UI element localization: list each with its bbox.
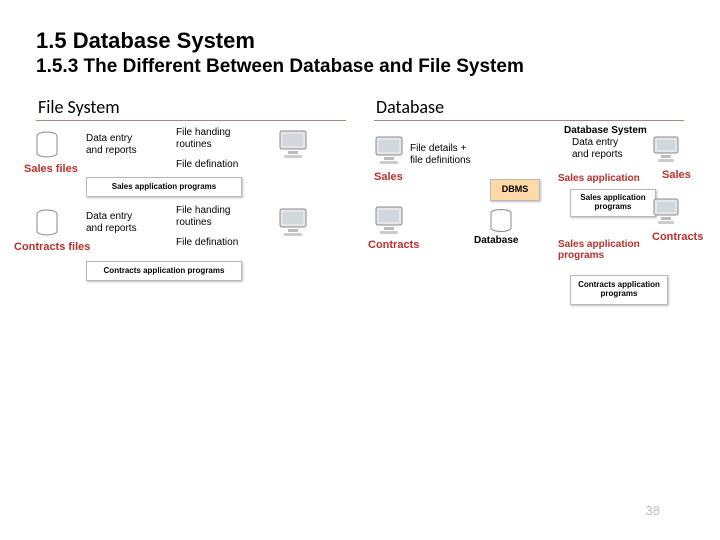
columns: File System Sales files Data entry and r…: [36, 96, 684, 317]
database-title: Database: [376, 96, 684, 118]
label-file-definition: File defination: [176, 159, 238, 171]
monitor-icon: [652, 135, 682, 165]
label-database: Database: [474, 235, 518, 246]
subsection-title: The Different Between Database and File …: [84, 56, 524, 77]
database-column: Database Database System File details + …: [374, 96, 684, 317]
box-contracts-app-programs: Contracts application programs: [570, 275, 668, 305]
label-file-handling: File handing routines: [176, 127, 230, 150]
divider: [374, 120, 684, 121]
label-contracts: Contracts: [368, 239, 419, 251]
heading-1: 1.5 Database System: [36, 28, 684, 54]
cylinder-icon: [36, 209, 58, 242]
slide-page: 1.5 Database System 1.5.3 The Different …: [0, 0, 720, 540]
heading-2: 1.5.3 The Different Between Database and…: [36, 56, 684, 78]
monitor-icon: [374, 205, 406, 237]
label-sales: Sales: [662, 169, 691, 181]
monitor-icon: [278, 207, 310, 239]
label-sales-application-programs: Sales application programs: [558, 239, 640, 261]
section-number: 1.5: [36, 28, 67, 53]
label-contracts-files: Contracts files: [14, 241, 90, 253]
subsection-number: 1.5.3: [36, 56, 78, 77]
label-file-definition: File defination: [176, 237, 238, 249]
label-data-entry: Data entry and reports: [86, 133, 137, 156]
label-file-details: File details + file definitions: [410, 143, 471, 166]
divider: [36, 120, 346, 121]
label-sales: Sales: [374, 171, 403, 183]
file-system-diagram: Sales files Data entry and reports File …: [36, 127, 346, 317]
monitor-icon: [278, 129, 310, 161]
label-database-system: Database System: [564, 125, 647, 136]
label-contracts: Contracts: [652, 231, 703, 243]
file-system-title: File System: [38, 96, 346, 118]
section-title: Database System: [73, 28, 255, 53]
page-number: 38: [646, 503, 660, 518]
box-sales-app-programs: Sales application programs: [570, 189, 656, 217]
file-system-column: File System Sales files Data entry and r…: [36, 96, 346, 317]
database-diagram: Database System File details + file defi…: [374, 127, 684, 317]
label-file-handling: File handing routines: [176, 205, 230, 228]
cylinder-icon: [490, 209, 512, 238]
monitor-icon: [652, 197, 682, 227]
box-sales-app-programs: Sales application programs: [86, 177, 242, 197]
monitor-icon: [374, 135, 406, 167]
box-dbms: DBMS: [490, 179, 540, 201]
label-sales-files: Sales files: [24, 163, 78, 175]
box-contracts-app-programs: Contracts application programs: [86, 261, 242, 281]
cylinder-icon: [36, 131, 58, 164]
label-data-entry: Data entry and reports: [86, 211, 137, 234]
label-sales-application: Sales application: [558, 173, 640, 184]
label-data-entry: Data entry and reports: [572, 137, 623, 160]
